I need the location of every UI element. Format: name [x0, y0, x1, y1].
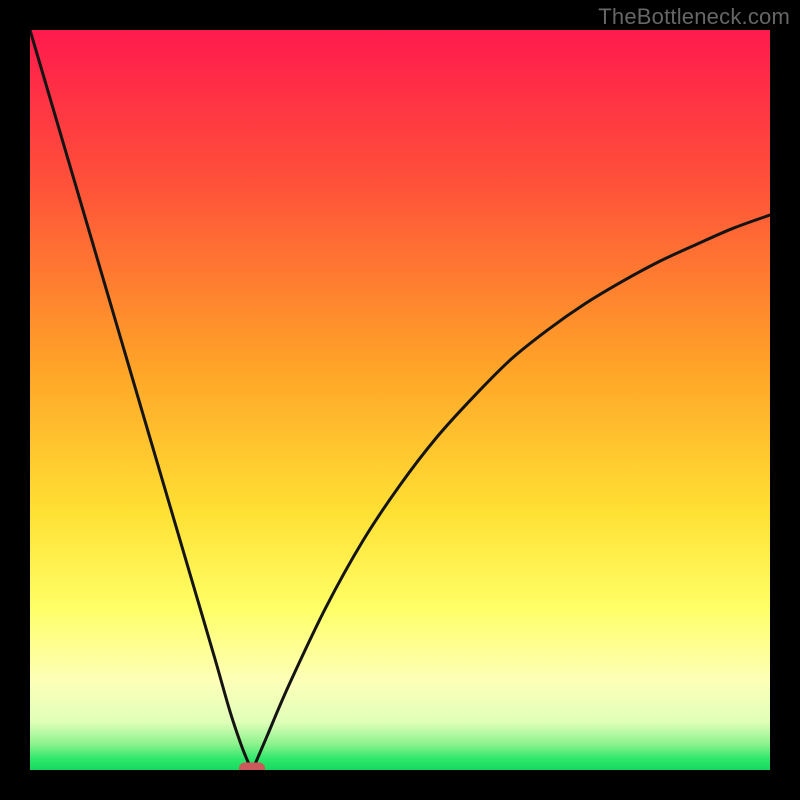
- attribution-text: TheBottleneck.com: [598, 4, 790, 30]
- optimal-point-marker: [239, 763, 265, 771]
- gradient-background: [30, 30, 770, 770]
- chart-frame: TheBottleneck.com: [0, 0, 800, 800]
- bottleneck-chart: [30, 30, 770, 770]
- plot-area: [30, 30, 770, 770]
